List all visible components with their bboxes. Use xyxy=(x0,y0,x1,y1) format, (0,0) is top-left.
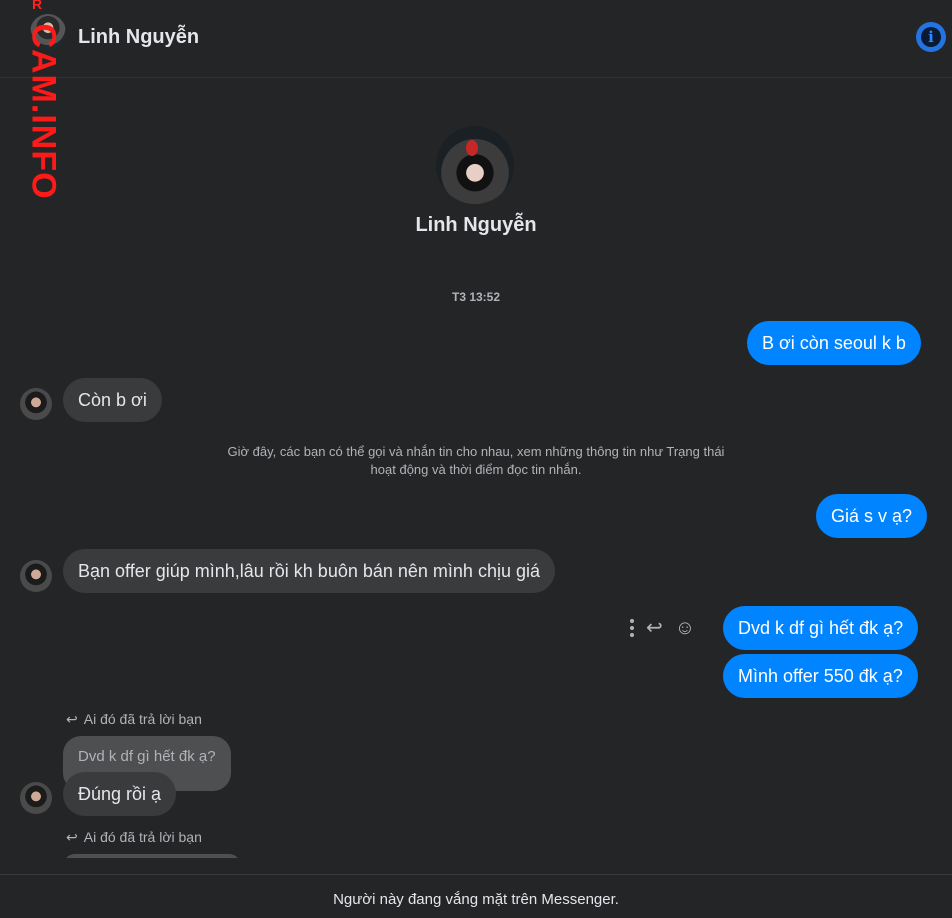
reply-hint: ↩ Ai đó đã trả lời bạn xyxy=(66,829,202,845)
system-notice: Giờ đây, các bạn có thể gọi và nhắn tin … xyxy=(227,444,725,477)
info-icon[interactable]: i xyxy=(916,22,946,52)
smiley-icon[interactable]: ☺ xyxy=(675,618,695,638)
composer-status-bar: Người này đang vắng mặt trên Messenger. xyxy=(0,874,952,918)
message-bubble-incoming[interactable]: Bạn offer giúp mình,lâu rồi kh buôn bán … xyxy=(63,549,555,593)
sender-avatar[interactable] xyxy=(20,782,52,814)
watermark: R CAM.INFO xyxy=(6,0,63,200)
reply-icon[interactable]: ↩ xyxy=(646,618,663,638)
reply-arrow-icon: ↩ xyxy=(66,829,78,845)
profile-name: Linh Nguyễn xyxy=(415,214,537,236)
message-bubble-incoming[interactable]: Đúng rồi ạ xyxy=(63,772,177,816)
conversation-timestamp: T3 13:52 xyxy=(451,290,501,304)
message-bubble-outgoing[interactable]: Giá s v ạ? xyxy=(816,494,928,538)
watermark-small-text: R xyxy=(32,0,43,12)
sender-avatar[interactable] xyxy=(20,388,52,420)
more-vertical-icon[interactable] xyxy=(630,619,634,637)
sender-avatar[interactable] xyxy=(20,560,52,592)
message-bubble-incoming[interactable]: Còn b ơi xyxy=(63,378,162,422)
reply-arrow-icon: ↩ xyxy=(66,711,78,727)
message-bubble-outgoing[interactable]: Dvd k df gì hết đk ạ? xyxy=(723,606,919,650)
away-status-text: Người này đang vắng mặt trên Messenger. xyxy=(333,891,619,908)
reply-hint: ↩ Ai đó đã trả lời bạn xyxy=(66,711,202,727)
message-actions: ↩ ☺ xyxy=(630,616,695,640)
message-bubble-outgoing[interactable]: B ơi còn seoul k b xyxy=(747,321,921,365)
message-bubble-outgoing[interactable]: Mình offer 550 đk ạ? xyxy=(723,654,918,698)
profile-avatar[interactable] xyxy=(436,126,514,204)
chat-header: Linh Nguyễn i xyxy=(0,0,952,78)
contact-name[interactable]: Linh Nguyễn xyxy=(78,26,199,49)
watermark-text: CAM.INFO xyxy=(24,23,63,200)
